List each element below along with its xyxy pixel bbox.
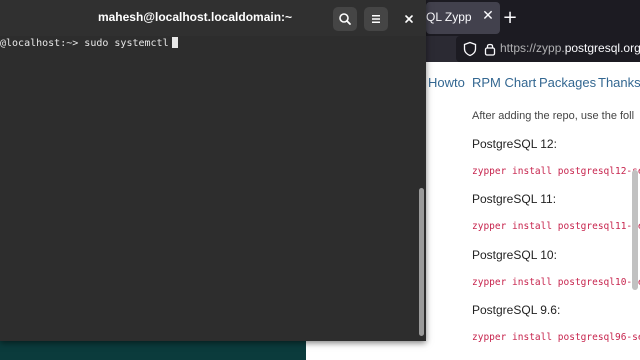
shell-prompt: @localhost:~> (0, 38, 85, 49)
code-line: zypper install postgresql10-se (472, 277, 640, 288)
menu-item-thanks[interactable]: Thanks (598, 75, 640, 90)
search-button[interactable] (333, 7, 357, 31)
url-prefix: https://zypp. (500, 41, 565, 55)
close-button[interactable] (397, 7, 421, 31)
url-domain: postgresql.org (564, 41, 640, 55)
browser-tab[interactable]: QL Zypper ✕ (426, 2, 500, 34)
url-bar[interactable]: https://zypp.postgresql.org/ (456, 36, 640, 62)
menu-item-packages[interactable]: Packages (539, 75, 596, 90)
terminal-scrollbar-thumb[interactable] (419, 188, 424, 336)
hamburger-menu-icon (372, 15, 380, 23)
close-icon (405, 15, 413, 23)
command-line: @localhost:~> sudo systemctl (0, 37, 178, 49)
intro-text: After adding the repo, use the foll (472, 110, 635, 122)
typed-command: sudo systemctl (84, 38, 169, 49)
text-cursor (171, 37, 178, 48)
menu-item-howto[interactable]: Howto (428, 75, 465, 90)
section-heading: PostgreSQL 11: (472, 192, 557, 206)
terminal-window: mahesh@localhost.localdomain:~ @localhos… (0, 0, 426, 341)
lock-icon[interactable] (483, 41, 497, 57)
section-heading: PostgreSQL 12: (472, 137, 557, 151)
code-line: zypper install postgresql11-se (472, 221, 640, 232)
code-line: zypper install postgresql96-se (472, 332, 640, 343)
section-heading: PostgreSQL 9.6: (472, 303, 561, 317)
section-heading: PostgreSQL 10: (472, 248, 557, 262)
url-text: https://zypp.postgresql.org/ (500, 41, 640, 55)
shield-icon[interactable] (462, 41, 478, 57)
plus-icon: + (502, 7, 518, 28)
code-line: zypper install postgresql12-se (472, 166, 640, 177)
page-scrollbar[interactable] (630, 104, 640, 360)
terminal-title: mahesh@localhost.localdomain:~ (97, 10, 293, 24)
menu-item-rpm-chart[interactable]: RPM Chart (472, 75, 536, 90)
browser-tab-title: QL Zypper (426, 10, 472, 24)
search-icon (339, 13, 351, 25)
terminal-body[interactable]: @localhost:~> sudo systemctl (0, 36, 426, 341)
tab-close-icon[interactable]: ✕ (480, 8, 496, 26)
new-tab-button[interactable]: + (498, 6, 522, 30)
terminal-header: mahesh@localhost.localdomain:~ (0, 0, 426, 37)
page-scrollbar-thumb[interactable] (632, 170, 638, 290)
menu-button[interactable] (364, 7, 388, 31)
